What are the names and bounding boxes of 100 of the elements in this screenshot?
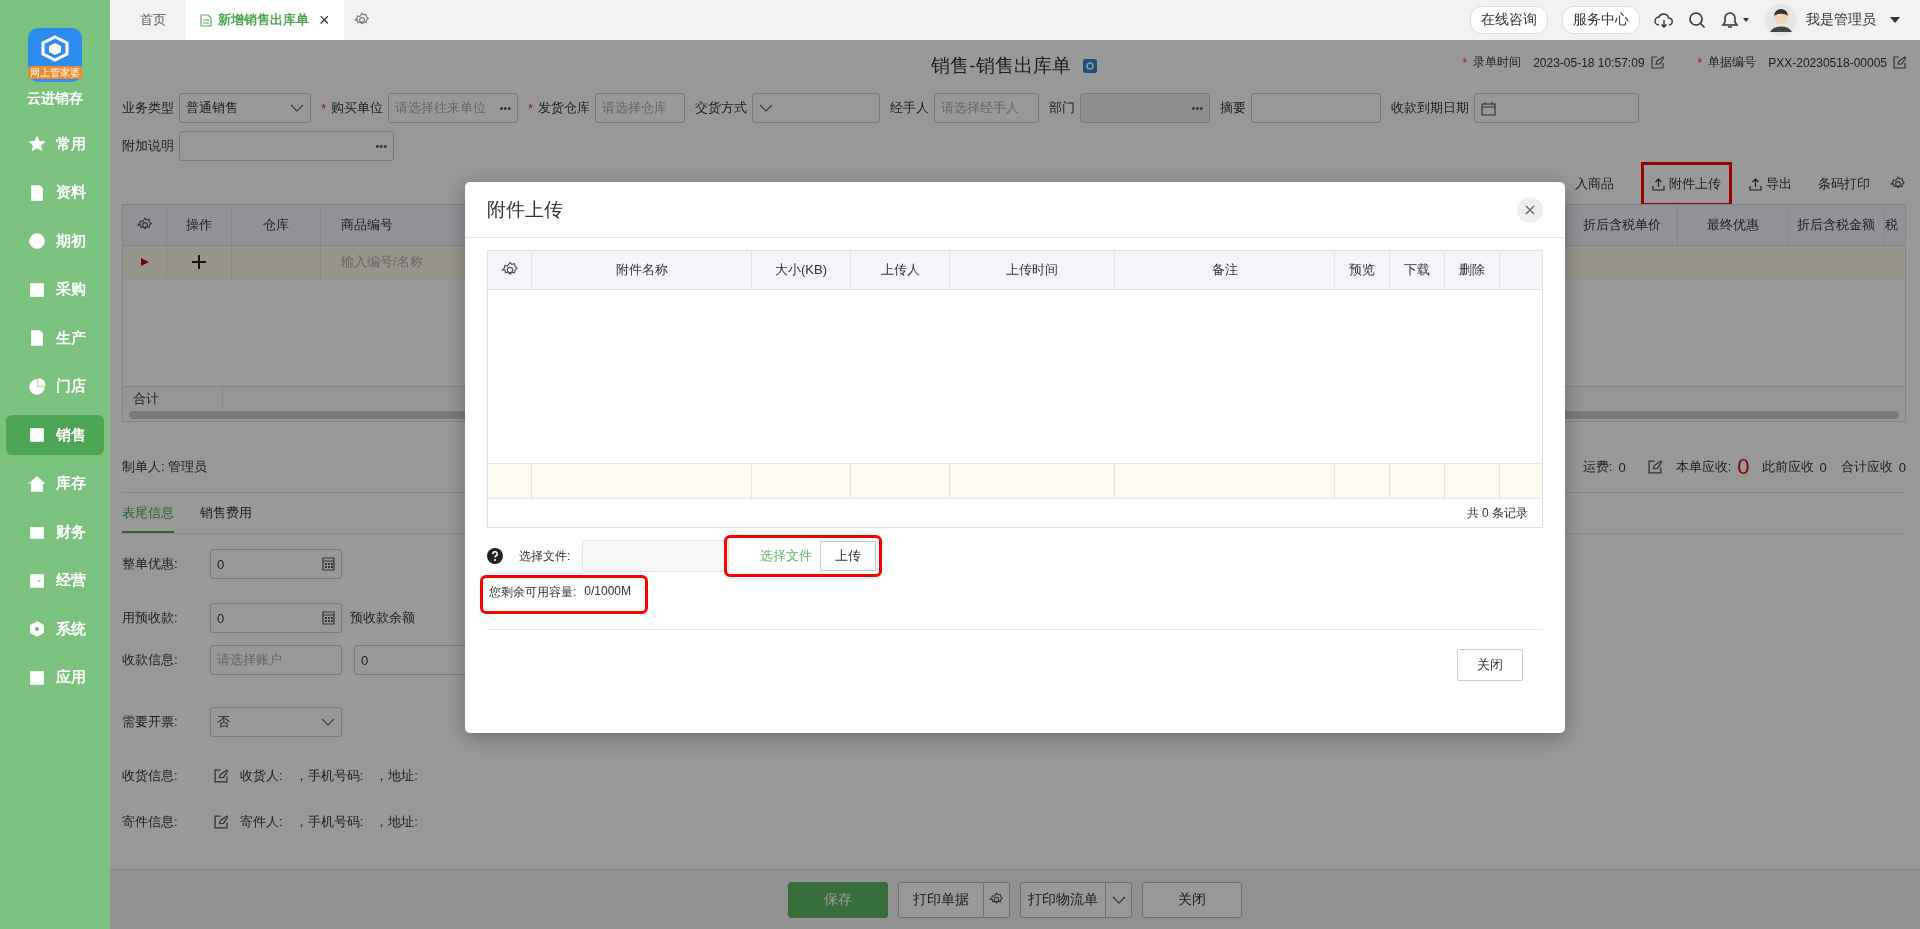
field-label: 交货方式 [695, 99, 748, 117]
close-button[interactable]: 关闭 [1457, 649, 1523, 681]
field-label: 选择文件: [519, 547, 571, 565]
summary-value: 0 [1737, 454, 1750, 480]
info-label: ，地址: [375, 813, 418, 831]
section-tab[interactable]: 销售费用 [200, 504, 252, 533]
summary-label: 运费: [1582, 458, 1613, 476]
info-label: ，手机号码: [294, 767, 364, 785]
more-icon[interactable]: ••• [375, 140, 387, 152]
field-label: 收货信息: [122, 767, 179, 785]
summary-label: 此前应收 [1761, 458, 1814, 476]
search-icon[interactable] [1688, 11, 1706, 29]
top-bar-button[interactable]: 服务中心 [1562, 6, 1640, 34]
field-label: 附加说明 [122, 137, 174, 155]
house-icon [28, 474, 46, 493]
info-label: 收货人: [240, 767, 283, 785]
input-field[interactable]: 普通销售 [179, 93, 311, 123]
input-field[interactable] [752, 93, 881, 123]
field-label: 发货仓库 [538, 99, 591, 117]
help-icon[interactable] [487, 548, 503, 564]
field-label: 部门 [1049, 99, 1076, 117]
toolbar-button[interactable]: 导出 [1743, 171, 1798, 197]
upload-icon [1749, 177, 1762, 191]
summary-label: 合计应收 [1840, 458, 1893, 476]
input-field[interactable]: 0 [210, 603, 342, 633]
input-field[interactable] [1474, 93, 1640, 123]
file-field[interactable] [582, 540, 730, 572]
summary-label: 本单应收: [1675, 458, 1732, 476]
column-header: 操作 [167, 205, 232, 245]
toolbar-button[interactable]: 入商品 [1569, 171, 1620, 197]
print-button[interactable]: 打印物流单 [1020, 881, 1106, 918]
settings-icon[interactable] [1082, 59, 1097, 73]
more-icon[interactable]: ••• [499, 102, 512, 114]
column-header: 删除 [1445, 251, 1500, 289]
column-header: 附件名称 [532, 251, 752, 289]
add-icon[interactable] [192, 255, 206, 269]
edit-icon[interactable] [214, 815, 228, 829]
field-label: 收款到期日期 [1391, 99, 1470, 117]
edit-icon[interactable] [1647, 460, 1662, 474]
settings-button[interactable] [984, 881, 1010, 918]
field-label: 寄件信息: [122, 813, 179, 831]
field-label: 购买单位 [331, 99, 384, 117]
caret-icon[interactable] [1890, 16, 1900, 24]
info-label: ，地址: [375, 767, 418, 785]
sidebar-item[interactable]: 销售 [6, 415, 104, 455]
field-label: 业务类型 [122, 99, 174, 117]
column-header: 仓库 [232, 205, 321, 245]
column-header: 大小(KB) [752, 251, 851, 289]
column-header: 最终优惠 [1678, 205, 1788, 245]
edit-icon[interactable] [1893, 56, 1906, 69]
cloud-icon[interactable] [1654, 11, 1674, 29]
calculator-icon[interactable] [322, 557, 335, 571]
calendar-icon[interactable] [1481, 100, 1497, 116]
meta-value: PXX-20230518-00005 [1768, 55, 1887, 70]
pie-icon [28, 377, 46, 396]
edit-icon[interactable] [214, 769, 228, 783]
calculator-icon[interactable] [322, 611, 335, 625]
column-header: 折后含税单价 [1567, 205, 1678, 245]
bell-icon[interactable] [1720, 11, 1750, 29]
column-header: 折后含税金额 [1788, 205, 1885, 245]
close-icon[interactable]: × [319, 9, 330, 31]
input-field[interactable] [1251, 93, 1382, 123]
field-label: 摘要 [1220, 99, 1247, 117]
summary-value: 0 [1618, 459, 1626, 475]
section-tab[interactable]: 表尾信息 [122, 504, 174, 533]
maker-text: 制单人: 管理员 [122, 458, 208, 476]
top-bar-button[interactable]: 在线咨询 [1470, 6, 1548, 34]
avatar-icon[interactable] [1764, 3, 1798, 37]
input-field[interactable]: 否 [210, 707, 342, 737]
field-note: 预收款余额 [350, 609, 415, 627]
field-label: 需要开票: [122, 713, 179, 731]
required-mark: * [1462, 55, 1468, 70]
chevron-icon [759, 104, 774, 112]
toolbar-button[interactable]: 附件上传 [1644, 165, 1729, 203]
edit-icon[interactable] [1650, 56, 1664, 69]
input-field[interactable]: ••• [179, 131, 394, 161]
required-mark: * [321, 100, 327, 116]
required-mark: * [528, 100, 534, 116]
page-tab[interactable]: 新增销售出库单 × [186, 0, 344, 40]
input-field[interactable]: 0 [210, 549, 342, 579]
column-header: 下载 [1390, 251, 1445, 289]
upload-button[interactable]: 上传 [820, 541, 877, 571]
document-icon [28, 329, 46, 347]
row-pointer-icon [140, 258, 149, 266]
capacity-label: 您剩余可用容量: [489, 584, 577, 601]
column-header: 上传人 [851, 251, 950, 289]
field-label: 用预收款: [122, 609, 179, 627]
close-button[interactable]: 关闭 [1142, 881, 1242, 918]
more-icon[interactable]: ••• [1191, 102, 1204, 114]
print-button[interactable]: 打印单据 [898, 881, 984, 918]
page-tab[interactable]: 首页 [110, 0, 186, 40]
column-header: 备注 [1115, 251, 1335, 289]
user-menu[interactable]: 我是管理员 [1806, 11, 1876, 29]
summary-value: 0 [1898, 459, 1906, 475]
column-header: 上传时间 [950, 251, 1115, 289]
close-button[interactable] [1517, 196, 1543, 223]
meta-label: 录单时间 [1473, 54, 1522, 71]
toolbar-button[interactable]: 条码打印 [1812, 171, 1876, 197]
column-header: 税 [1885, 216, 1899, 234]
input-field[interactable]: ••• [1080, 93, 1211, 123]
